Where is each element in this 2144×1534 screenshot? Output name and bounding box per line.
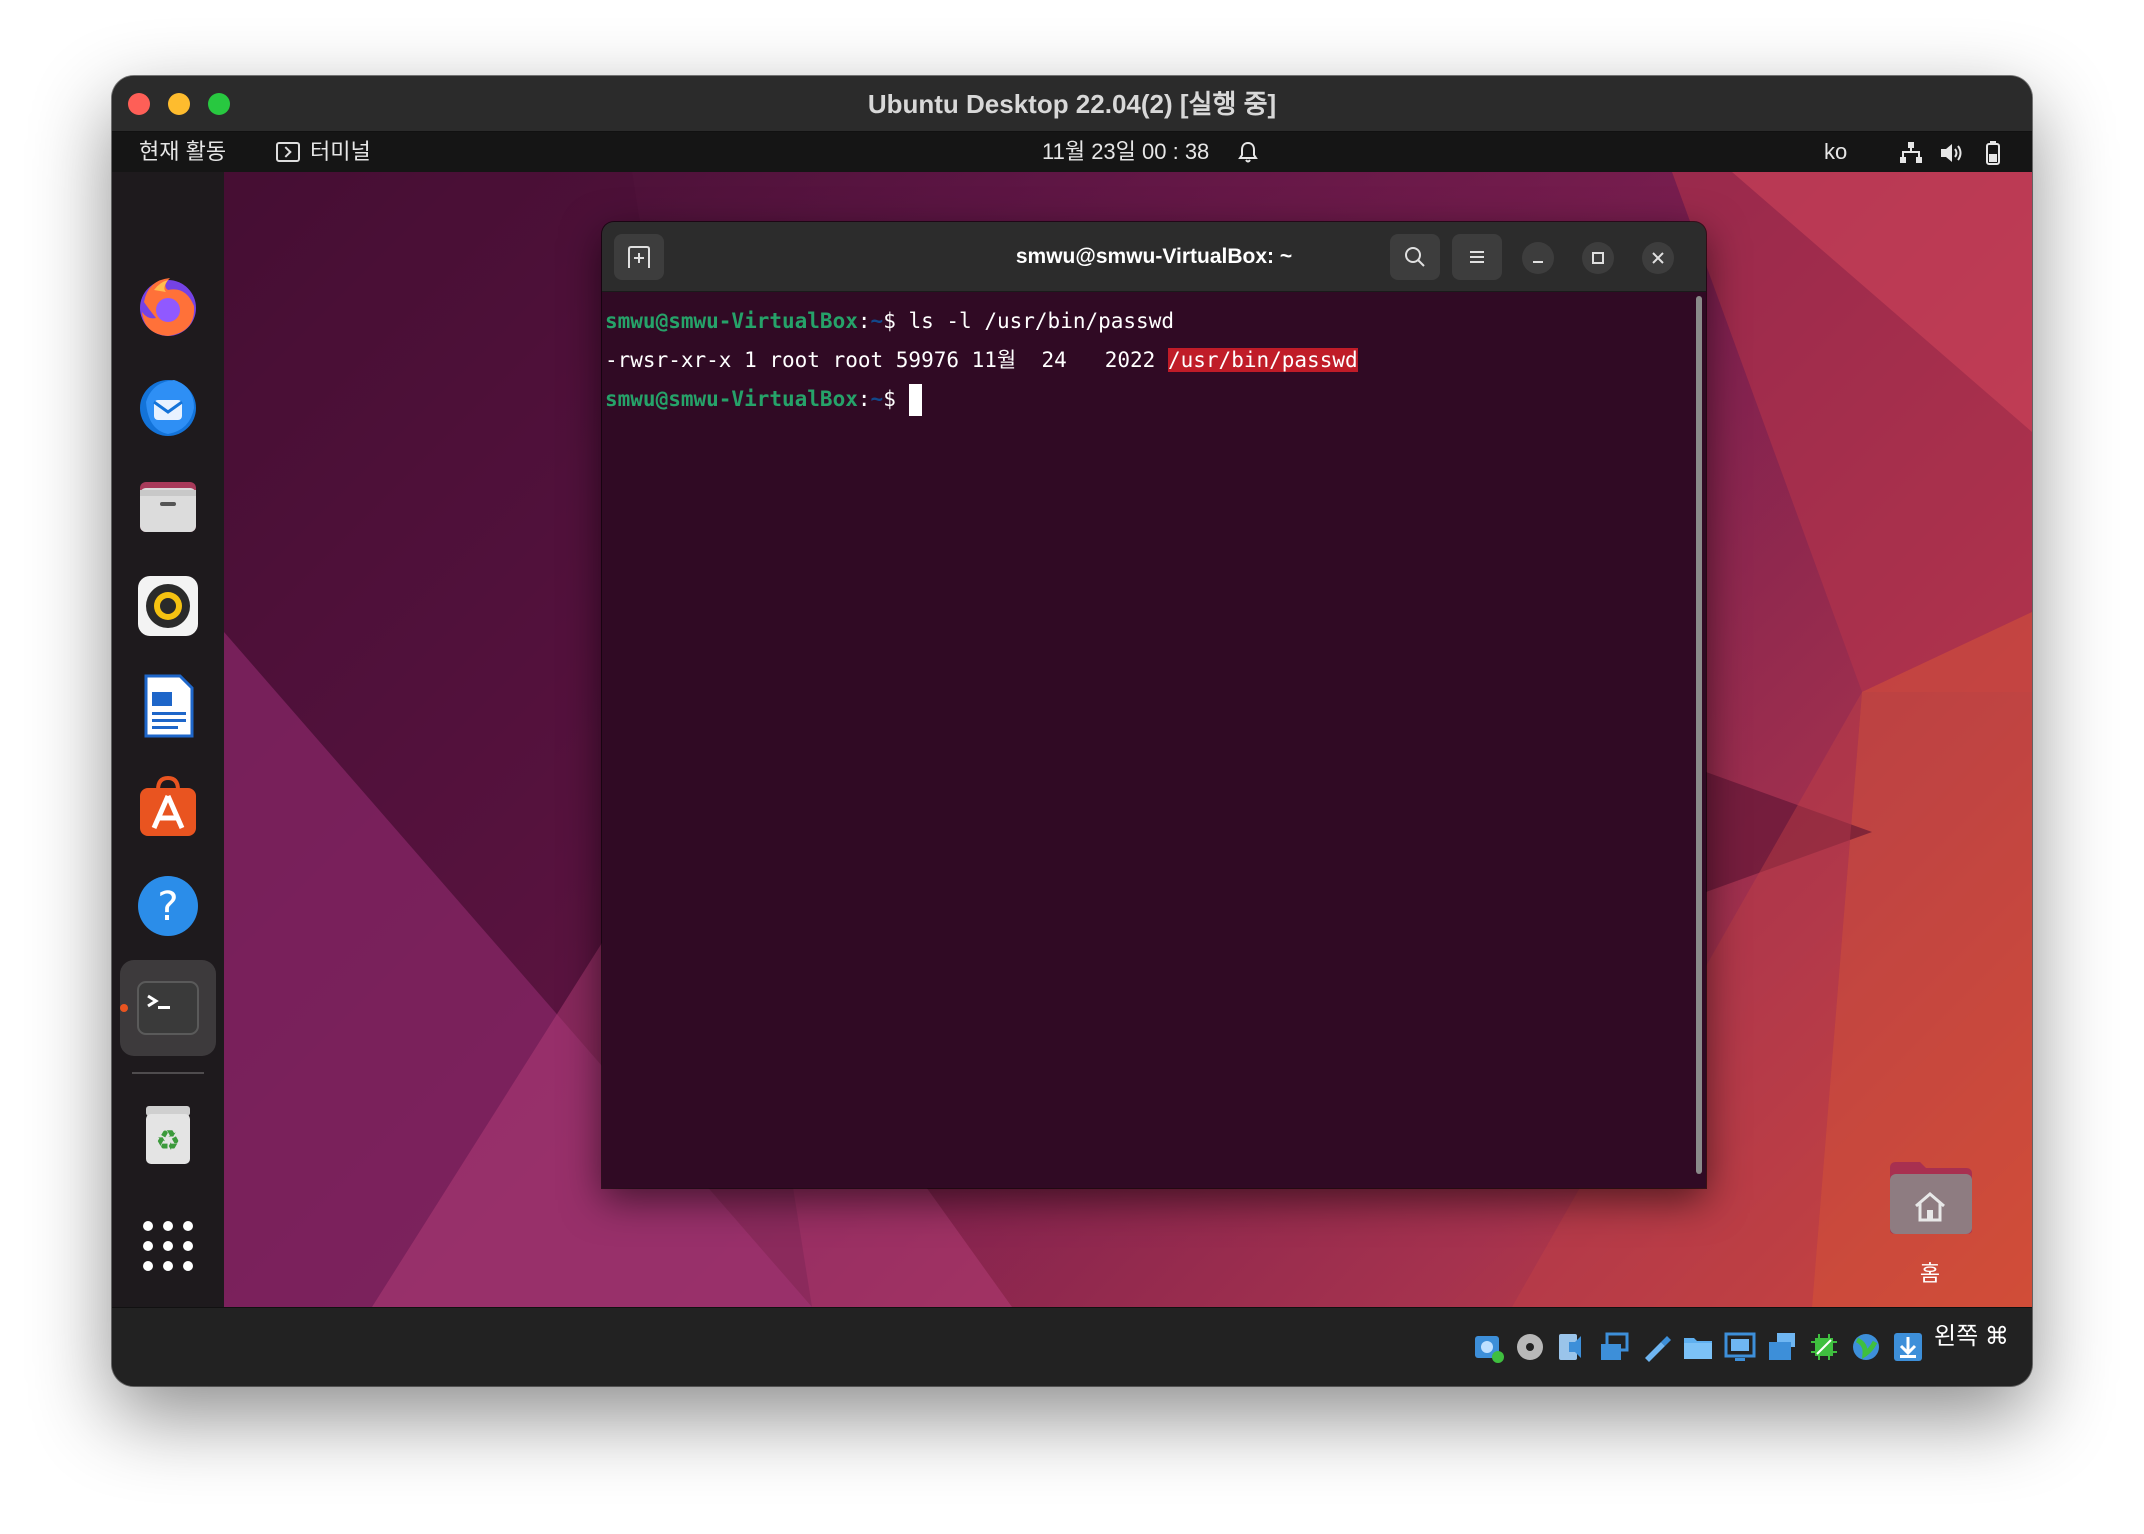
prompt-path: ~ (870, 309, 884, 333)
prompt-user-host: smwu@smwu-VirtualBox (605, 387, 858, 411)
terminal-output[interactable]: smwu@smwu-VirtualBox:~$ ls -l /usr/bin/p… (602, 292, 1692, 1188)
text-cursor (909, 384, 923, 416)
maximize-icon (1592, 252, 1604, 264)
app-grid-icon (143, 1221, 193, 1271)
trash-icon: ♻ (146, 1106, 190, 1164)
display-icon[interactable] (1723, 1330, 1757, 1364)
folder-icon (140, 482, 196, 532)
shopping-bag-icon (140, 775, 196, 836)
input-language-indicator[interactable]: ko (1824, 132, 1847, 172)
terminal-window[interactable]: smwu@smwu-VirtualBox: ~ smwu@smwu-Virtua… (602, 222, 1706, 1188)
files-launcher[interactable] (134, 472, 202, 540)
search-button[interactable] (1390, 234, 1440, 280)
setuid-file-highlight: /usr/bin/passwd (1167, 348, 1358, 372)
network-icon[interactable] (1898, 140, 1924, 166)
app-menu-label: 터미널 (310, 139, 371, 164)
cpu-icon[interactable] (1807, 1330, 1841, 1364)
close-icon (1652, 252, 1664, 264)
hard-disk-icon[interactable] (1472, 1330, 1506, 1364)
virtualbox-window: Ubuntu Desktop 22.04(2) [실행 중] 현재 활동 터미널… (112, 76, 2032, 1386)
activities-button[interactable]: 현재 활동 (139, 132, 226, 172)
terminal-scrollbar[interactable] (1696, 296, 1702, 1174)
speaker-icon (138, 576, 198, 636)
prompt-path: ~ (870, 387, 884, 411)
host-key-label: 왼쪽 ⌘ (1934, 1323, 2009, 1350)
running-indicator (120, 1004, 128, 1012)
dock-separator (132, 1072, 204, 1074)
mouse-integration-icon[interactable] (1849, 1330, 1883, 1364)
search-icon (1405, 247, 1425, 267)
command-text: ls -l /usr/bin/passwd (908, 309, 1174, 333)
prompt-symbol: $ (883, 309, 909, 333)
app-center-launcher[interactable] (134, 772, 202, 840)
virtualbox-statusbar: 왼쪽 ⌘ (112, 1307, 2032, 1386)
volume-icon[interactable] (1938, 140, 1964, 166)
ubuntu-desktop[interactable]: 현재 활동 터미널 11월 23일 00 : 38 ko ? ♻ smwu@sm… (112, 132, 2032, 1307)
shared-folder-icon[interactable] (1681, 1330, 1715, 1364)
help-icon: ? (138, 876, 198, 936)
firefox-launcher[interactable] (134, 272, 202, 340)
terminal-small-icon (276, 142, 300, 162)
keyboard-capture-icon[interactable] (1891, 1330, 1925, 1364)
thunderbird-icon (140, 380, 196, 436)
close-button[interactable] (1642, 242, 1674, 274)
prompt-separator: : (857, 387, 871, 411)
minimize-icon (1533, 261, 1543, 263)
ubuntu-dock: ? ♻ (112, 172, 224, 1307)
prompt-separator: : (857, 309, 871, 333)
terminal-line: -rwsr-xr-x 1 root root 59976 11월 24 2022… (605, 341, 1692, 380)
hamburger-menu-icon (1470, 251, 1484, 263)
audio-icon[interactable] (1555, 1330, 1589, 1364)
host-window-title: Ubuntu Desktop 22.04(2) [실행 중] (867, 89, 1277, 119)
writer-launcher[interactable] (134, 672, 202, 740)
thunderbird-launcher[interactable] (134, 372, 202, 440)
minimize-button[interactable] (1522, 242, 1554, 274)
clock[interactable]: 11월 23일 00 : 38 (1042, 132, 1209, 172)
optical-drive-icon[interactable] (1513, 1330, 1547, 1364)
terminal-line: smwu@smwu-VirtualBox:~$ ls -l /usr/bin/p… (605, 302, 1692, 341)
maximize-button[interactable] (1582, 242, 1614, 274)
usb-icon[interactable] (1639, 1330, 1673, 1364)
svg-text:♻: ♻ (155, 1124, 180, 1157)
app-menu[interactable]: 터미널 (276, 132, 371, 172)
terminal-icon (137, 981, 199, 1035)
trash-launcher[interactable]: ♻ (134, 1100, 202, 1168)
output-text: -rwsr-xr-x 1 root root 59976 11월 24 2022 (605, 348, 1168, 372)
rhythmbox-launcher[interactable] (134, 572, 202, 640)
gnome-top-bar: 현재 활동 터미널 11월 23일 00 : 38 ko (112, 132, 2032, 172)
prompt-symbol: $ (883, 387, 909, 411)
bell-icon[interactable] (1236, 140, 1260, 164)
help-launcher[interactable]: ? (134, 872, 202, 940)
menu-button[interactable] (1452, 234, 1502, 280)
host-titlebar[interactable]: Ubuntu Desktop 22.04(2) [실행 중] (112, 76, 2032, 132)
show-apps-button[interactable] (134, 1212, 202, 1280)
terminal-launcher[interactable] (120, 960, 216, 1056)
recording-icon[interactable] (1765, 1330, 1799, 1364)
terminal-line: smwu@smwu-VirtualBox:~$ (605, 380, 1692, 419)
terminal-headerbar[interactable]: smwu@smwu-VirtualBox: ~ (602, 222, 1706, 292)
document-icon (144, 674, 194, 738)
firefox-icon (140, 278, 196, 336)
home-folder-label: 홈 (1919, 1261, 1941, 1286)
network-adapter-icon[interactable] (1597, 1330, 1631, 1364)
svg-text:?: ? (157, 884, 178, 930)
home-folder-icon[interactable] (1886, 1160, 1974, 1236)
prompt-user-host: smwu@smwu-VirtualBox (605, 309, 858, 333)
battery-icon[interactable] (1980, 140, 2006, 166)
